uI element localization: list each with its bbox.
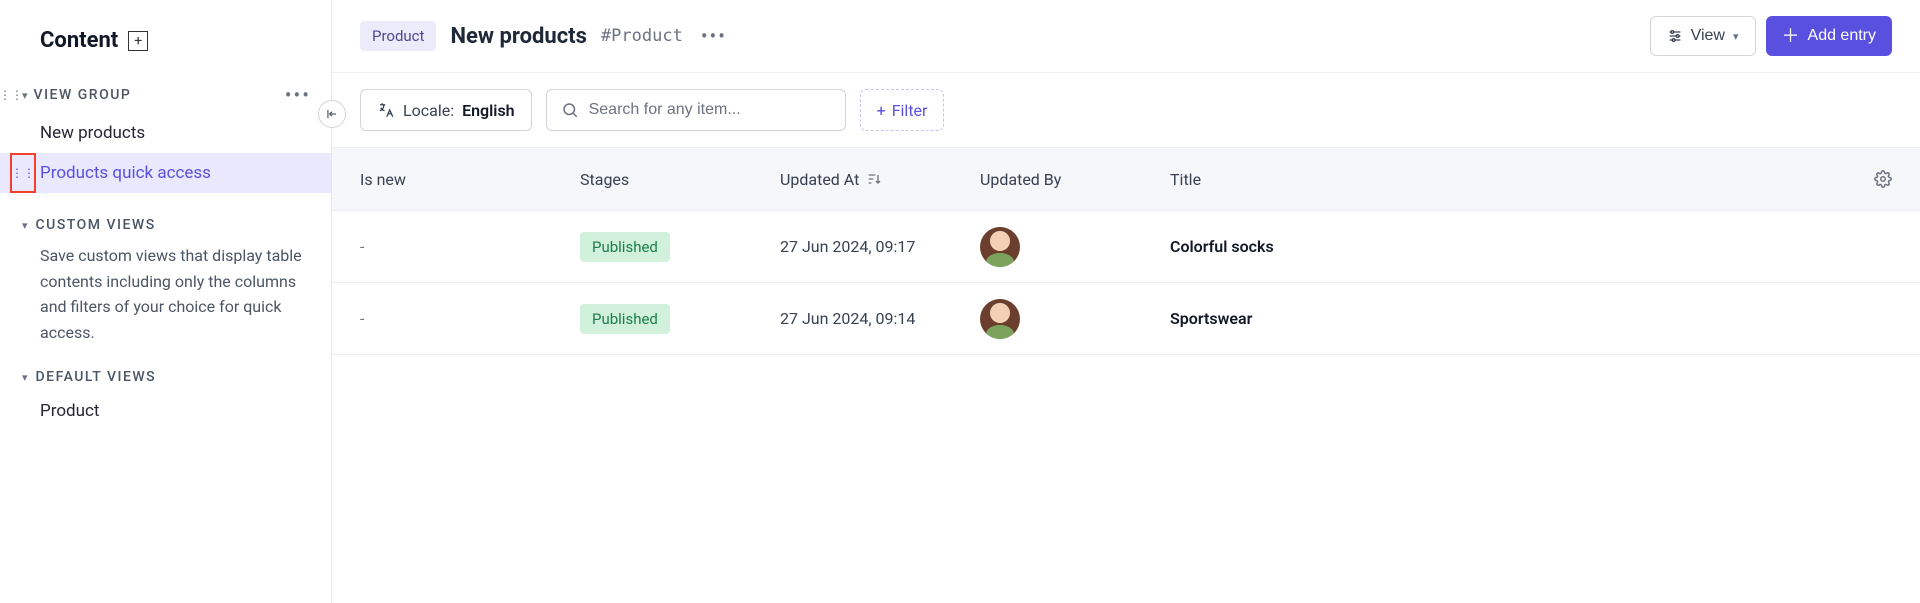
- sidebar: Content + ⋮⋮ ▾ VIEW GROUP ••• New produc…: [0, 0, 332, 603]
- collapse-sidebar-button[interactable]: [318, 100, 346, 128]
- main: Product New products #Product ••• View ▾…: [332, 0, 1920, 603]
- locale-value: English: [462, 101, 515, 120]
- drag-handle-highlight[interactable]: ⋮⋮: [10, 153, 36, 193]
- search-input[interactable]: [589, 101, 831, 119]
- topbar-more-icon[interactable]: •••: [701, 24, 727, 48]
- col-updated-by[interactable]: Updated By: [980, 170, 1170, 189]
- view-group-more-icon[interactable]: •••: [285, 83, 315, 107]
- col-updated-at[interactable]: Updated At: [780, 170, 980, 189]
- sidebar-title: Content: [40, 28, 118, 53]
- drag-handle-icon: ⋮⋮: [11, 166, 35, 180]
- drag-handle-icon[interactable]: ⋮⋮: [6, 87, 16, 103]
- locale-selector[interactable]: Locale: English: [360, 89, 532, 131]
- cell-updated-at: 27 Jun 2024, 09:17: [780, 237, 980, 256]
- col-stages[interactable]: Stages: [580, 170, 780, 189]
- topbar: Product New products #Product ••• View ▾…: [332, 0, 1920, 73]
- chevron-down-icon[interactable]: ▾: [22, 89, 28, 102]
- view-group-label: VIEW GROUP: [34, 87, 132, 103]
- default-views-label: DEFAULT VIEWS: [36, 369, 157, 385]
- cell-title: Colorful socks: [1170, 237, 1844, 256]
- custom-views-description: Save custom views that display table con…: [0, 239, 331, 363]
- gear-icon: [1874, 170, 1892, 188]
- table-header: Is new Stages Updated At Updated By Titl…: [332, 147, 1920, 211]
- locale-label: Locale:: [403, 101, 454, 120]
- sidebar-header: Content +: [0, 20, 331, 77]
- search-icon: [561, 101, 579, 119]
- plus-icon: ＋: [1782, 27, 1800, 45]
- add-entry-button[interactable]: ＋ Add entry: [1766, 16, 1892, 56]
- view-button-label: View: [1691, 27, 1725, 45]
- add-content-icon[interactable]: +: [128, 31, 148, 51]
- sidebar-item-label: Product: [40, 401, 99, 421]
- custom-views-label: CUSTOM VIEWS: [36, 217, 156, 233]
- cell-stage: Published: [580, 304, 780, 334]
- cell-updated-by: [980, 227, 1170, 267]
- table-row[interactable]: - Published 27 Jun 2024, 09:17 Colorful …: [332, 211, 1920, 283]
- translate-icon: [377, 101, 395, 119]
- sidebar-item-label: Products quick access: [40, 163, 211, 183]
- avatar: [980, 299, 1020, 339]
- page-title: New products: [450, 24, 586, 49]
- sliders-icon: [1667, 28, 1683, 44]
- sidebar-item-label: New products: [40, 123, 145, 143]
- cell-updated-at: 27 Jun 2024, 09:14: [780, 309, 980, 328]
- cell-updated-by: [980, 299, 1170, 339]
- add-entry-label: Add entry: [1808, 27, 1876, 45]
- stage-badge: Published: [580, 232, 670, 262]
- chevron-down-icon[interactable]: ▾: [22, 219, 28, 232]
- view-button[interactable]: View ▾: [1650, 16, 1756, 56]
- sidebar-item-product[interactable]: Product: [0, 391, 331, 431]
- cell-title: Sportswear: [1170, 309, 1844, 328]
- view-group-header[interactable]: ⋮⋮ ▾ VIEW GROUP •••: [0, 77, 331, 113]
- sort-icon[interactable]: [865, 171, 883, 187]
- default-views-header[interactable]: ▾ DEFAULT VIEWS: [0, 363, 331, 391]
- sidebar-item-new-products[interactable]: New products: [0, 113, 331, 153]
- model-chip[interactable]: Product: [360, 21, 436, 51]
- data-table: Is new Stages Updated At Updated By Titl…: [332, 147, 1920, 603]
- avatar: [980, 227, 1020, 267]
- cell-is-new: -: [360, 309, 580, 328]
- chevron-down-icon[interactable]: ▾: [22, 371, 28, 384]
- plus-icon: +: [877, 101, 886, 120]
- filter-label: Filter: [892, 101, 928, 120]
- sort-desc-icon: [865, 171, 883, 187]
- col-is-new[interactable]: Is new: [360, 170, 580, 189]
- page-hash: #Product: [601, 26, 683, 46]
- toolbar: Locale: English + Filter: [332, 73, 1920, 147]
- table-settings-button[interactable]: [1874, 170, 1892, 188]
- sidebar-item-products-quick-access[interactable]: ⋮⋮ Products quick access: [0, 153, 331, 193]
- custom-views-header[interactable]: ▾ CUSTOM VIEWS: [0, 211, 331, 239]
- stage-badge: Published: [580, 304, 670, 334]
- col-title[interactable]: Title: [1170, 170, 1844, 189]
- cell-stage: Published: [580, 232, 780, 262]
- collapse-icon: [325, 107, 339, 121]
- cell-is-new: -: [360, 237, 580, 256]
- search-box[interactable]: [546, 89, 846, 131]
- add-filter-button[interactable]: + Filter: [860, 89, 945, 131]
- chevron-down-icon: ▾: [1733, 30, 1739, 43]
- table-row[interactable]: - Published 27 Jun 2024, 09:14 Sportswea…: [332, 283, 1920, 355]
